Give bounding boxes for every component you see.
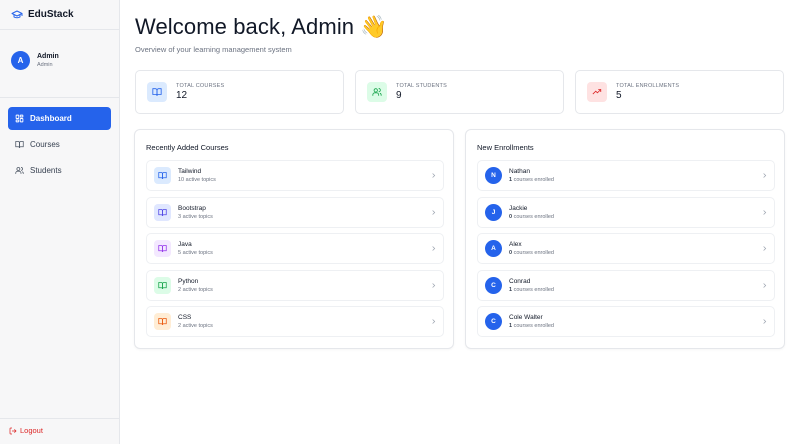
stat-card-enrollments: TOTAL ENROLLMENTS 5	[575, 70, 784, 114]
chevron-right-icon	[761, 282, 768, 289]
book-icon	[154, 240, 171, 257]
sidebar-item-courses[interactable]: Courses	[8, 133, 111, 156]
enrollment-count: 1 courses enrolled	[509, 286, 554, 293]
panel-title: New Enrollments	[477, 143, 534, 152]
logout-icon	[9, 427, 17, 435]
stat-label: TOTAL ENROLLMENTS	[616, 83, 680, 89]
trending-up-icon	[587, 82, 607, 102]
profile-name: Admin	[37, 52, 59, 60]
course-row-css[interactable]: CSS 2 active topics	[146, 306, 444, 337]
student-name: Cole Walter	[509, 314, 543, 321]
course-row-java[interactable]: Java 5 active topics	[146, 233, 444, 264]
enrollment-row[interactable]: N Nathan 1 courses enrolled	[477, 160, 775, 191]
users-icon	[367, 82, 387, 102]
graduation-cap-icon	[11, 9, 23, 21]
student-name: Alex	[509, 241, 522, 248]
user-profile[interactable]: A Admin Admin	[0, 40, 119, 80]
enrollment-row[interactable]: C Cole Walter 1 courses enrolled	[477, 306, 775, 337]
enrollment-count: 0 courses enrolled	[509, 250, 554, 256]
page-title: Welcome back, Admin 👋	[135, 14, 388, 39]
stat-value: 9	[396, 90, 402, 101]
avatar: C	[485, 313, 502, 330]
course-row-python[interactable]: Python 2 active topics	[146, 269, 444, 301]
dashboard-icon	[15, 114, 24, 123]
sidebar-item-students[interactable]: Students	[8, 159, 111, 182]
logout-label: Logout	[20, 426, 43, 435]
chevron-right-icon	[761, 318, 768, 325]
sidebar-item-label: Courses	[30, 140, 60, 149]
sidebar-item-label: Students	[30, 166, 62, 175]
course-name: Java	[178, 241, 192, 248]
book-icon	[147, 82, 167, 102]
course-row-tailwind[interactable]: Tailwind 10 active topics	[146, 160, 444, 191]
users-icon	[15, 166, 24, 175]
profile-role: Admin	[37, 61, 53, 68]
avatar: C	[485, 276, 502, 294]
stat-card-students: TOTAL STUDENTS 9	[355, 70, 564, 114]
chevron-right-icon	[761, 245, 768, 252]
enrollment-count: 0 courses enrolled	[509, 213, 554, 220]
chevron-right-icon	[430, 209, 437, 216]
avatar: N	[485, 167, 502, 184]
student-name: Conrad	[509, 277, 531, 285]
chevron-right-icon	[761, 209, 768, 216]
chevron-right-icon	[430, 172, 437, 179]
page-subtitle: Overview of your learning management sys…	[135, 45, 292, 54]
stat-label: TOTAL STUDENTS	[396, 83, 447, 89]
enrollment-count: 1 courses enrolled	[509, 177, 554, 183]
book-icon	[154, 167, 171, 184]
chevron-right-icon	[761, 172, 768, 179]
logout-divider	[0, 418, 120, 419]
chevron-right-icon	[430, 318, 437, 325]
enrollment-count: 1 courses enrolled	[509, 323, 554, 329]
app-name: EduStack	[28, 9, 74, 20]
course-name: Bootstrap	[178, 204, 206, 212]
avatar: A	[11, 50, 30, 70]
course-name: Python	[178, 277, 199, 285]
brand[interactable]: EduStack	[0, 0, 119, 30]
stat-value: 5	[616, 90, 622, 101]
main-content: Welcome back, Admin 👋 Overview of your l…	[120, 0, 800, 444]
chevron-right-icon	[430, 282, 437, 289]
course-topics: 2 active topics	[178, 323, 213, 329]
course-topics: 3 active topics	[178, 213, 213, 220]
student-name: Jackie	[509, 204, 528, 212]
student-name: Nathan	[509, 168, 530, 175]
recent-courses-panel: Recently Added Courses Tailwind 10 activ…	[134, 129, 454, 349]
stat-label: TOTAL COURSES	[176, 83, 225, 89]
book-icon	[154, 203, 171, 221]
book-icon	[15, 140, 24, 149]
sidebar: EduStack A Admin Admin Dashboard Courses…	[0, 0, 120, 444]
sidebar-nav: Dashboard Courses Students	[0, 107, 119, 182]
enrollment-row[interactable]: A Alex 0 courses enrolled	[477, 233, 775, 264]
sidebar-divider	[0, 97, 119, 98]
enrollment-row[interactable]: C Conrad 1 courses enrolled	[477, 269, 775, 301]
panel-title: Recently Added Courses	[146, 143, 229, 152]
course-topics: 5 active topics	[178, 250, 213, 256]
new-enrollments-panel: New Enrollments N Nathan 1 courses enrol…	[465, 129, 785, 349]
sidebar-item-dashboard[interactable]: Dashboard	[8, 107, 111, 130]
stat-card-courses: TOTAL COURSES 12	[135, 70, 344, 114]
course-topics: 2 active topics	[178, 286, 213, 293]
course-topics: 10 active topics	[178, 177, 216, 183]
chevron-right-icon	[430, 245, 437, 252]
course-row-bootstrap[interactable]: Bootstrap 3 active topics	[146, 196, 444, 228]
sidebar-item-label: Dashboard	[30, 114, 72, 123]
logout-button[interactable]: Logout	[9, 426, 43, 435]
enrollment-row[interactable]: J Jackie 0 courses enrolled	[477, 196, 775, 228]
stat-value: 12	[176, 90, 188, 101]
course-name: Tailwind	[178, 168, 202, 175]
avatar: J	[485, 203, 502, 221]
course-name: CSS	[178, 314, 192, 321]
book-icon	[154, 313, 171, 330]
avatar: A	[485, 240, 502, 257]
book-icon	[154, 276, 171, 294]
